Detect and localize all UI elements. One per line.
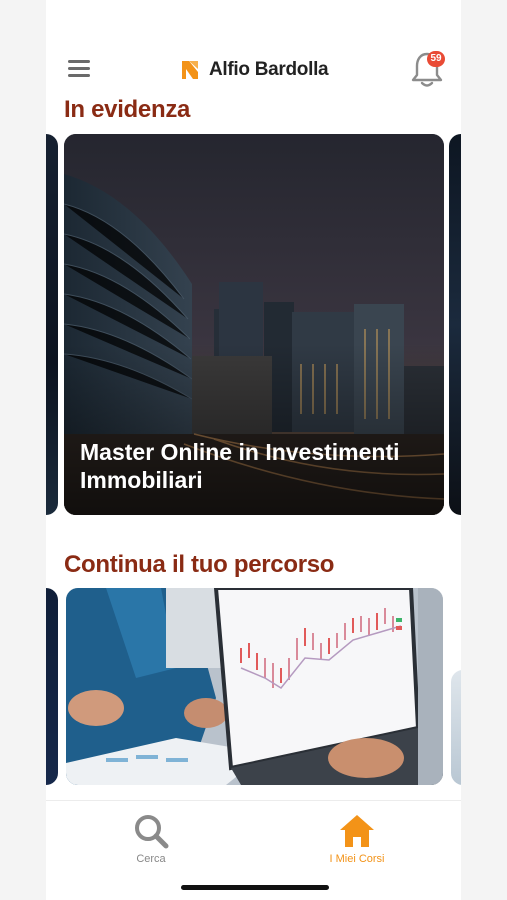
tab-search-label: Cerca	[136, 853, 166, 865]
home-icon	[340, 815, 374, 847]
tab-my-courses-label: I Miei Corsi	[329, 853, 385, 865]
tab-search[interactable]: Cerca	[101, 811, 201, 865]
previous-course-card[interactable]	[46, 588, 58, 785]
notification-badge: 59	[427, 51, 445, 67]
featured-course-card[interactable]: Master Online in Investimenti Immobiliar…	[64, 134, 444, 515]
brand: Alfio Bardolla	[180, 57, 329, 83]
trading-chart-image	[66, 588, 443, 785]
menu-line-icon	[68, 67, 90, 70]
brand-name: Alfio Bardolla	[209, 59, 329, 80]
featured-section-title: In evidenza	[64, 96, 191, 123]
app-screen: Alfio Bardolla 59 In evidenza Master Onl…	[46, 0, 461, 900]
previous-featured-card[interactable]	[46, 134, 58, 515]
search-icon	[135, 815, 169, 849]
tab-my-courses[interactable]: I Miei Corsi	[307, 811, 407, 865]
brand-logo-icon	[182, 61, 198, 79]
next-course-card[interactable]	[451, 670, 461, 785]
continue-section-title: Continua il tuo percorso	[64, 551, 335, 578]
menu-line-icon	[68, 74, 90, 77]
home-indicator	[181, 885, 329, 890]
menu-line-icon	[68, 60, 90, 63]
app-header: Alfio Bardolla 59	[46, 40, 461, 98]
featured-course-title: Master Online in Investimenti Immobiliar…	[80, 439, 400, 493]
hamburger-menu-button[interactable]	[68, 60, 92, 78]
next-featured-card[interactable]	[449, 134, 461, 515]
continue-course-card[interactable]	[66, 588, 443, 785]
